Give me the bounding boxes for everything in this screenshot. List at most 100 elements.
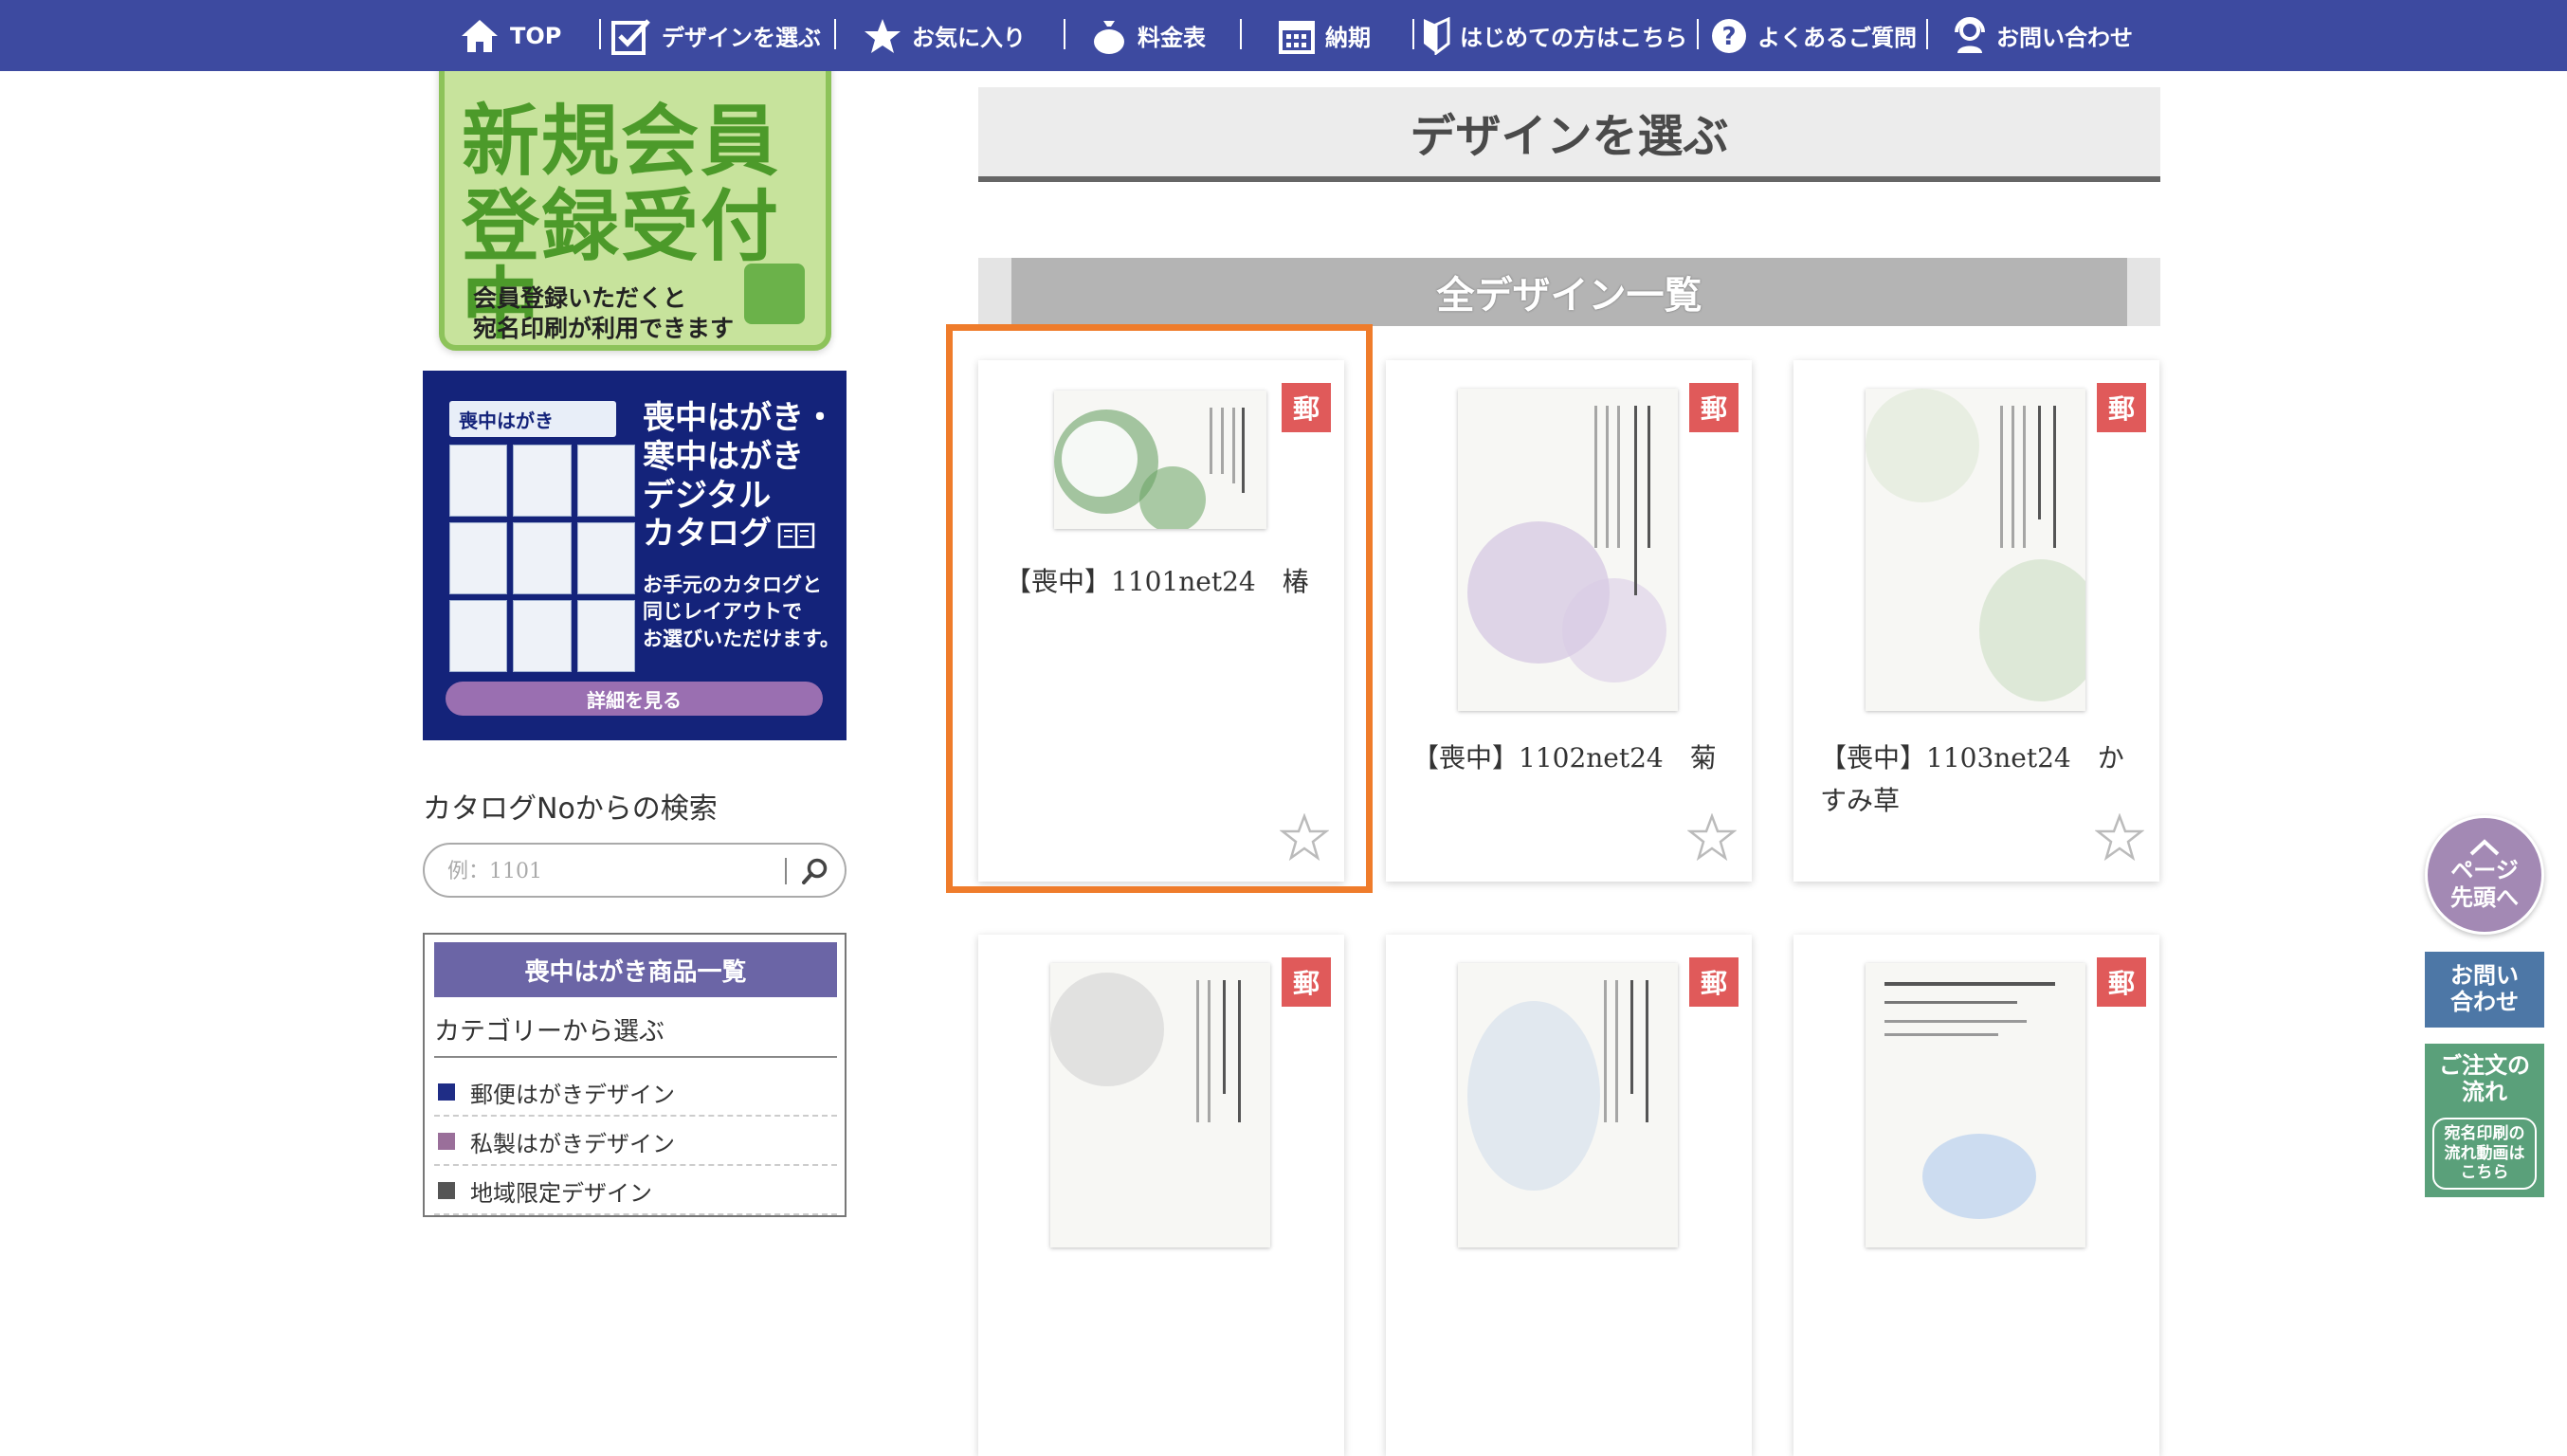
nav-delivery-label: 納期: [1325, 25, 1371, 51]
section-header: 全デザイン一覧: [978, 258, 2160, 326]
nav-price-list-label: 料金表: [1138, 25, 1206, 51]
section-title: 全デザイン一覧: [1011, 258, 2127, 326]
chevron-up-icon: [2469, 839, 2500, 856]
page-title-bar: デザインを選ぶ: [978, 87, 2160, 182]
back-to-top-label-1: ページ: [2450, 857, 2519, 884]
catalog-search-box: [423, 843, 847, 898]
order-flow-button[interactable]: ご注文の 流れ 宛名印刷の 流れ動画は こちら: [2425, 1044, 2544, 1197]
catalog-title-line-2: 寒中はがき: [643, 437, 804, 476]
nav-top[interactable]: TOP: [459, 0, 561, 71]
nav-beginners-label: はじめての方はこちら: [1460, 25, 1687, 51]
design-card-title[interactable]: 【喪中】1102net24 菊: [1412, 737, 1735, 780]
order-flow-title: ご注文の 流れ: [2425, 1052, 2544, 1105]
nav-delivery[interactable]: 納期: [1278, 0, 1371, 71]
member-banner-text-1: 会員登録いただくと: [473, 284, 687, 312]
contact-float-label-2: 合わせ: [2450, 989, 2519, 1015]
money-bag-icon: [1094, 20, 1124, 54]
postal-badge: 郵: [1282, 957, 1331, 1007]
contact-float-button[interactable]: お問い 合わせ: [2425, 952, 2544, 1028]
nav-favorites[interactable]: お気に入り: [863, 0, 1026, 71]
category-item-label: 地域限定デザイン: [470, 1179, 652, 1207]
search-icon: [802, 858, 828, 884]
design-card[interactable]: 郵 【喪中】1102net24 菊: [1386, 360, 1752, 882]
catalog-title-line-3: デジタル: [643, 476, 772, 515]
search-divider: [785, 858, 787, 884]
calendar-icon: [1279, 20, 1315, 54]
question-icon: ?: [1712, 18, 1746, 53]
nav-price-list[interactable]: 料金表: [1090, 0, 1206, 71]
headset-icon: [1955, 16, 1985, 53]
category-subtitle: カテゴリーから選ぶ: [434, 1017, 665, 1046]
nav-divider: [1064, 19, 1065, 49]
star-icon: [865, 18, 901, 53]
category-item-label: 郵便はがきデザイン: [470, 1081, 675, 1108]
member-registration-banner[interactable]: 新規会員 登録受付中 会員登録いただくと 宛名印刷が利用できます: [431, 71, 839, 360]
favorite-star-icon[interactable]: [2095, 813, 2144, 861]
design-card[interactable]: 郵: [1386, 935, 1752, 1456]
member-banner-text-2: 宛名印刷が利用できます: [473, 315, 735, 342]
category-item-label: 私製はがきデザイン: [470, 1130, 675, 1157]
nav-choose-design-label: デザインを選ぶ: [662, 25, 821, 51]
product-category-box: 喪中はがき商品一覧 カテゴリーから選ぶ 郵便はがきデザイン 私製はがきデザイン …: [423, 933, 847, 1217]
beginner-mark-icon: [1424, 16, 1450, 55]
category-item-regional[interactable]: 地域限定デザイン: [434, 1168, 837, 1215]
category-header: 喪中はがき商品一覧: [434, 942, 837, 997]
back-to-top-button[interactable]: ページ 先頭へ: [2425, 815, 2544, 935]
nav-beginners[interactable]: はじめての方はこちら: [1422, 0, 1687, 71]
design-card[interactable]: 郵: [978, 935, 1344, 1456]
nav-divider: [1926, 19, 1928, 49]
postal-badge: 郵: [1689, 957, 1739, 1007]
catalog-banner-subtext: お手元のカタログと 同じレイアウトで お選びいただけます。: [643, 572, 840, 652]
nav-favorites-label: お気に入り: [912, 25, 1026, 51]
nav-faq-label: よくあるご質問: [1757, 25, 1917, 51]
home-icon: [462, 19, 498, 52]
order-video-line-2: 流れ動画は: [2444, 1143, 2525, 1163]
catalog-details-button[interactable]: 詳細を見る: [446, 682, 823, 716]
catalog-title-line-4: カタログ: [643, 515, 772, 554]
category-item-private[interactable]: 私製はがきデザイン: [434, 1119, 837, 1166]
design-card[interactable]: 郵: [1793, 935, 2159, 1456]
catalog-sub-line-3: お選びいただけます。: [643, 627, 840, 650]
nav-divider: [1697, 19, 1699, 49]
nav-faq[interactable]: ? よくあるご質問: [1710, 0, 1917, 71]
catalog-search-input[interactable]: [447, 856, 770, 886]
member-banner-headline-1: 新規会員: [462, 97, 781, 187]
catalog-sub-line-1: お手元のカタログと: [643, 573, 822, 596]
postal-badge: 郵: [1689, 383, 1739, 432]
search-button[interactable]: [796, 854, 834, 888]
top-navigation: TOP デザインを選ぶ お気に入り 料金表 納期 はじめての方はこちら ? よく…: [0, 0, 2567, 71]
design-thumbnail-babys-breath: [1866, 389, 2085, 711]
catalog-banner-tag: 喪中はがき: [449, 401, 616, 437]
order-flow-title-1: ご注文の: [2439, 1052, 2530, 1079]
postal-badge: 郵: [2097, 957, 2146, 1007]
selected-card-highlight: [946, 324, 1373, 893]
nav-top-label: TOP: [510, 22, 562, 49]
design-card-title[interactable]: 【喪中】1103net24 かすみ草: [1820, 737, 2142, 823]
book-icon: [777, 522, 815, 549]
category-bullet: [438, 1083, 455, 1101]
nav-contact[interactable]: お問い合わせ: [1953, 0, 2133, 71]
nav-choose-design[interactable]: デザインを選ぶ: [610, 0, 821, 71]
page-title: デザインを選ぶ: [1410, 110, 1729, 163]
catalog-title-line-1: 喪中はがき・: [643, 399, 836, 437]
member-banner-card: 新規会員 登録受付中 会員登録いただくと 宛名印刷が利用できます: [439, 71, 831, 351]
design-card[interactable]: 郵 【喪中】1103net24 かすみ草: [1793, 360, 2159, 882]
postal-badge: 郵: [2097, 383, 2146, 432]
order-flow-video-link[interactable]: 宛名印刷の 流れ動画は こちら: [2432, 1118, 2537, 1190]
category-bullet: [438, 1133, 455, 1150]
category-divider: [434, 1056, 837, 1058]
nav-divider: [599, 19, 601, 49]
favorite-star-icon[interactable]: [1687, 813, 1737, 861]
nav-divider: [834, 19, 836, 49]
design-thumbnail: [1050, 963, 1270, 1247]
back-to-top-label-2: 先頭へ: [2450, 884, 2519, 911]
svg-text:?: ?: [1721, 23, 1736, 51]
category-item-postal[interactable]: 郵便はがきデザイン: [434, 1069, 837, 1117]
digital-catalog-banner[interactable]: 喪中はがき 喪中はがき・ 寒中はがき デジタル カタログ お手元のカタログと 同…: [423, 371, 847, 740]
category-bullet: [438, 1182, 455, 1199]
order-video-line-3: こちら: [2460, 1163, 2509, 1183]
nav-divider: [1412, 19, 1414, 49]
catalog-banner-title: 喪中はがき・ 寒中はがき デジタル カタログ: [643, 399, 836, 554]
checklist-icon: [611, 18, 650, 55]
leaf-icon: [744, 264, 805, 324]
